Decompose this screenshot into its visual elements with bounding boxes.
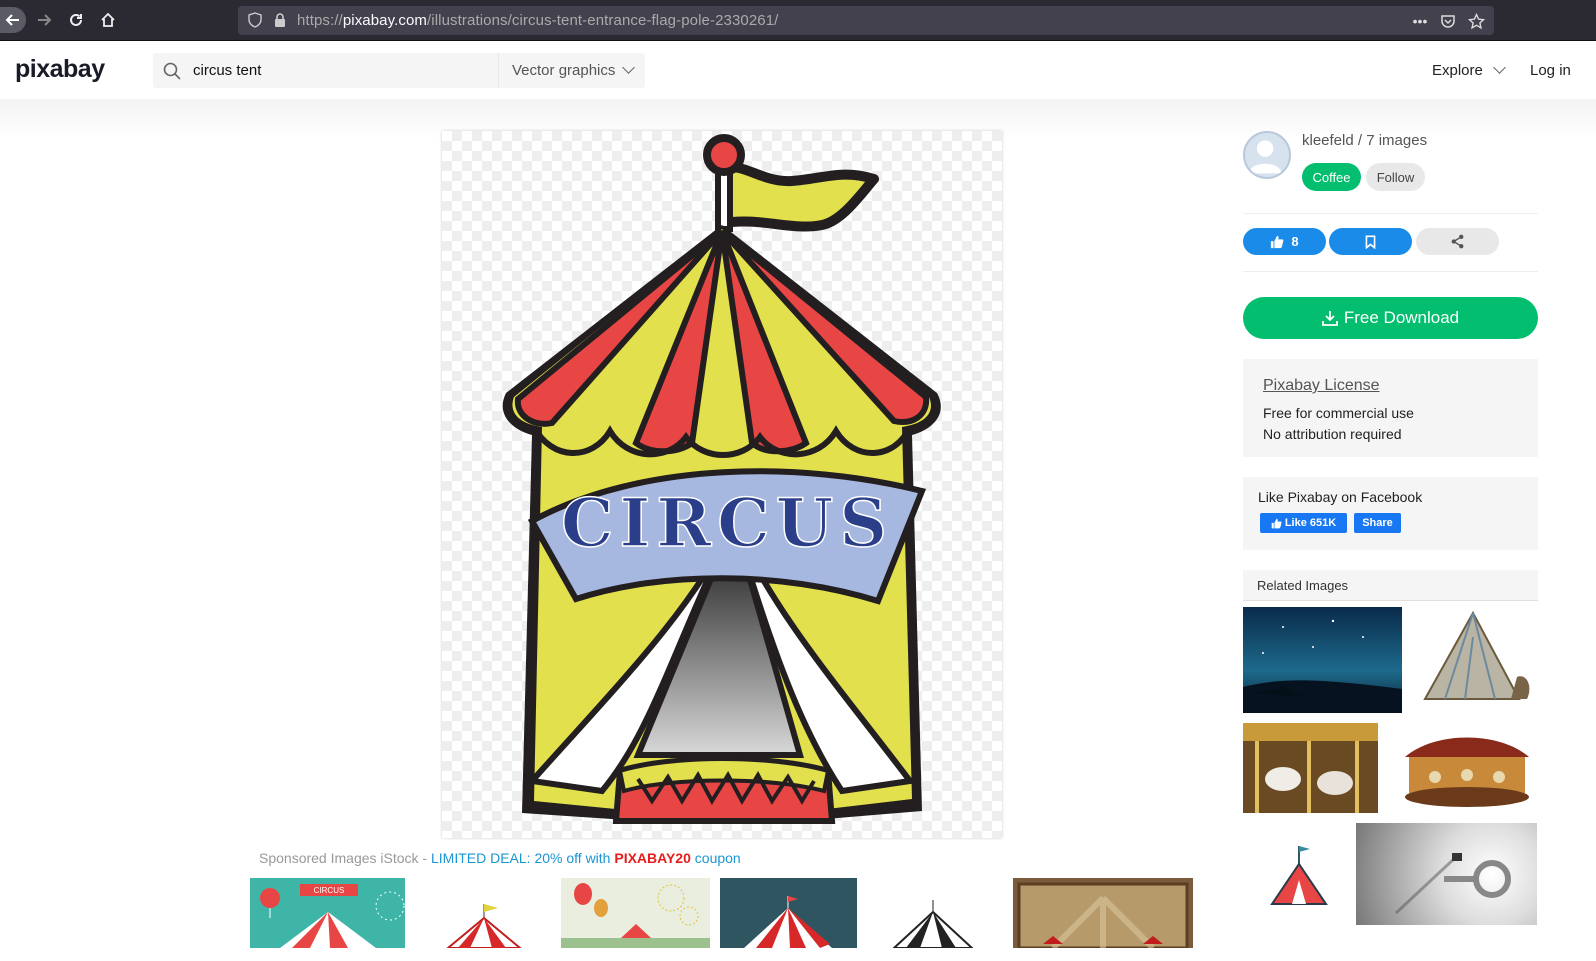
reload-icon <box>70 13 82 26</box>
facebook-title: Like Pixabay on Facebook <box>1258 489 1423 505</box>
sponsored-thumb[interactable] <box>720 878 857 948</box>
search-type-dropdown[interactable]: Vector graphics <box>498 53 645 88</box>
explore-menu[interactable]: Explore <box>1432 61 1506 79</box>
facebook-box: Like Pixabay on Facebook Like 651K Share <box>1243 477 1538 550</box>
license-box: Pixabay License Free for commercial use … <box>1243 359 1538 457</box>
follow-button[interactable]: Follow <box>1366 163 1425 191</box>
like-button[interactable]: 8 <box>1243 228 1326 255</box>
forward-button[interactable] <box>32 8 56 32</box>
facebook-like-button[interactable]: Like 651K <box>1260 513 1347 533</box>
login-link[interactable]: Log in <box>1530 62 1571 79</box>
main-image[interactable]: CIRCUS <box>442 131 1002 838</box>
free-download-button[interactable]: Free Download <box>1243 297 1538 339</box>
sponsored-thumb[interactable] <box>561 878 710 948</box>
coffee-button[interactable]: Coffee <box>1302 163 1361 191</box>
more-icon[interactable]: ••• <box>1410 11 1430 31</box>
arrow-left-icon <box>5 14 19 26</box>
sponsored-thumb[interactable] <box>440 878 530 948</box>
sponsored-line[interactable]: Sponsored Images iStock - LIMITED DEAL: … <box>259 850 741 866</box>
chevron-down-icon <box>1492 61 1506 74</box>
related-images-title: Related Images <box>1243 570 1538 601</box>
reload-button[interactable] <box>64 8 88 32</box>
download-label: Free Download <box>1343 308 1460 327</box>
sponsored-thumb[interactable] <box>886 878 981 948</box>
license-line: Free for commercial use <box>1263 405 1414 421</box>
lock-icon[interactable] <box>272 12 288 28</box>
browser-toolbar: https://pixabay.com/illustrations/circus… <box>0 0 1596 41</box>
divider <box>1243 213 1538 214</box>
search-type-label: Vector graphics <box>512 62 616 79</box>
site-header: pixabay circus tent Vector graphics Expl… <box>0 41 1596 99</box>
related-image[interactable] <box>1243 723 1378 813</box>
bookmark-icon <box>1365 235 1376 249</box>
circus-tent-illustration: CIRCUS <box>502 134 941 824</box>
download-icon <box>1321 311 1338 326</box>
arrow-right-icon <box>38 14 52 26</box>
thumbs-up-icon <box>1271 518 1282 528</box>
license-line: No attribution required <box>1263 426 1402 442</box>
share-button[interactable] <box>1416 228 1499 255</box>
search-bar[interactable]: circus tent Vector graphics <box>153 53 645 88</box>
url-bar[interactable]: https://pixabay.com/illustrations/circus… <box>238 6 1494 35</box>
related-image[interactable] <box>1356 823 1537 925</box>
shield-icon[interactable] <box>247 12 263 28</box>
license-link[interactable]: Pixabay License <box>1263 377 1518 395</box>
thumbs-up-icon <box>1271 235 1284 248</box>
user-icon <box>1248 140 1282 174</box>
related-image[interactable] <box>1243 607 1402 713</box>
bookmark-star-icon[interactable] <box>1466 11 1486 31</box>
pocket-icon[interactable] <box>1438 11 1458 31</box>
banner-text: CIRCUS <box>561 484 893 562</box>
search-icon[interactable] <box>163 62 181 80</box>
user-name[interactable]: kleefeld / 7 images <box>1302 132 1427 149</box>
related-image[interactable] <box>1262 840 1332 910</box>
pixabay-logo[interactable]: pixabay <box>15 55 105 84</box>
sponsored-thumb[interactable]: CIRCUS <box>250 878 405 948</box>
chevron-down-icon <box>622 61 636 74</box>
home-icon <box>101 12 115 27</box>
home-button[interactable] <box>96 8 120 32</box>
divider <box>1243 271 1538 272</box>
facebook-share-button[interactable]: Share <box>1354 513 1401 533</box>
share-icon <box>1451 234 1464 249</box>
like-count: 8 <box>1291 234 1299 249</box>
svg-text:CIRCUS: CIRCUS <box>314 886 345 895</box>
related-image[interactable] <box>1395 723 1538 813</box>
user-avatar[interactable] <box>1243 131 1291 179</box>
back-button[interactable] <box>0 7 26 33</box>
explore-label: Explore <box>1432 62 1483 79</box>
url-text[interactable]: https://pixabay.com/illustrations/circus… <box>297 12 778 29</box>
save-button[interactable] <box>1329 228 1412 255</box>
search-input[interactable]: circus tent <box>193 62 493 79</box>
sponsored-thumb[interactable] <box>1013 878 1193 948</box>
related-image[interactable] <box>1415 607 1538 713</box>
